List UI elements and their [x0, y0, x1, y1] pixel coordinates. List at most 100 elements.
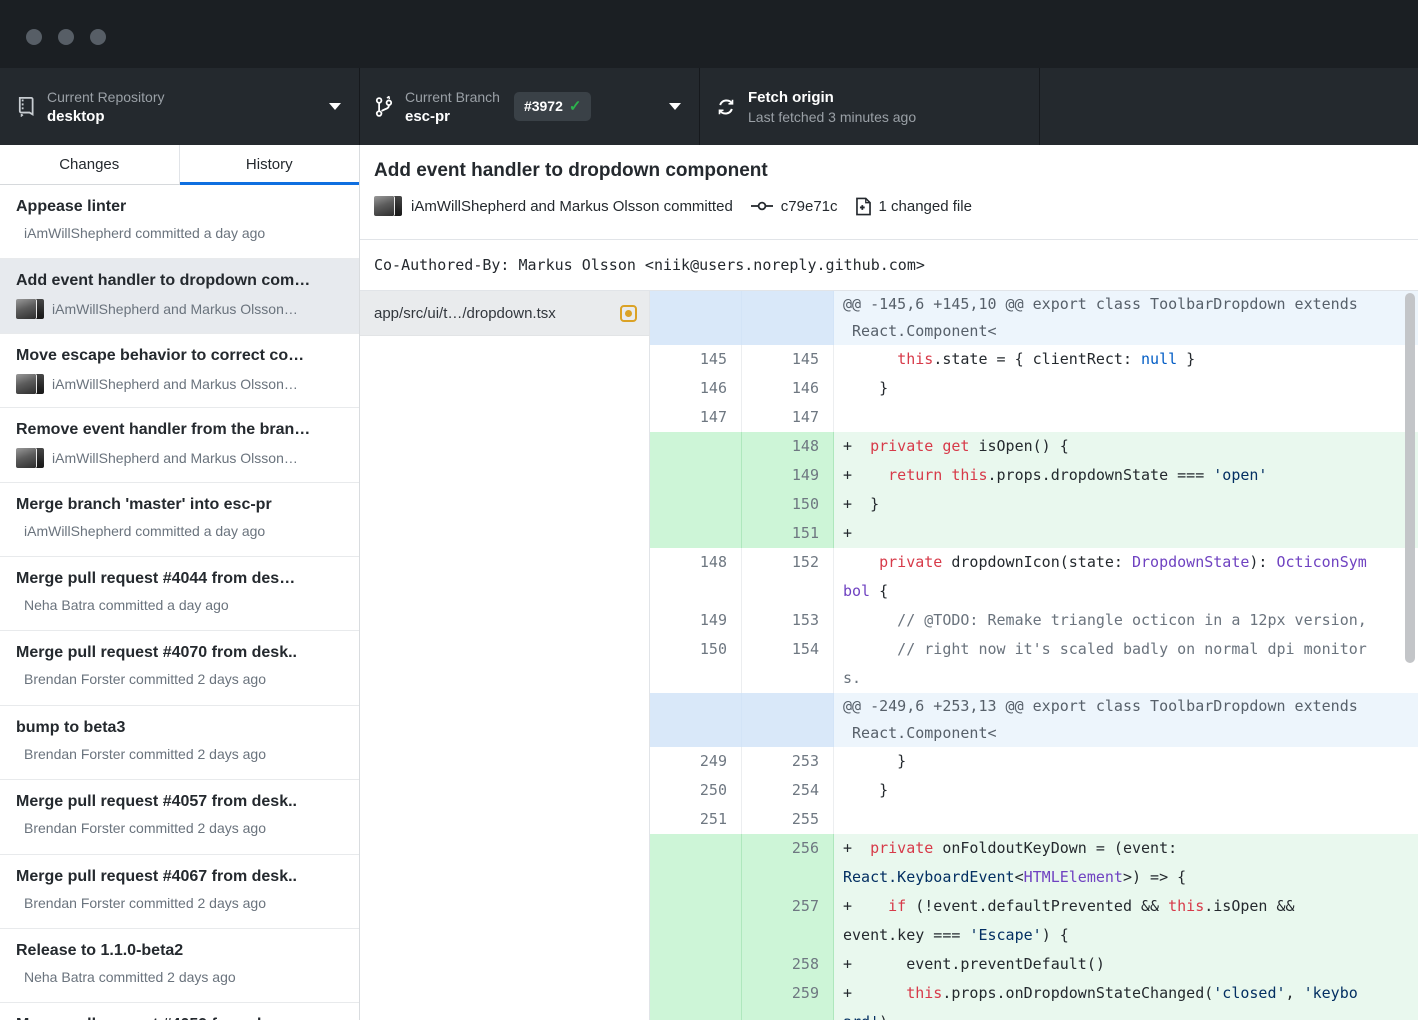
branch-picker-button[interactable]: Current Branch esc-pr #3972 ✓ — [360, 68, 700, 145]
new-line-number — [742, 863, 834, 892]
tab-history[interactable]: History — [180, 145, 360, 184]
diff-line: s. — [650, 664, 1418, 693]
new-line-number — [742, 1008, 834, 1020]
commit-list-item[interactable]: Remove event handler from the bran…iAmWi… — [0, 408, 359, 482]
avatar — [16, 374, 36, 394]
changed-files-label: 1 changed file — [879, 198, 972, 215]
diff-line: 258+ event.preventDefault() — [650, 950, 1418, 979]
diff-line: 147147 — [650, 403, 1418, 432]
diff-code-text — [834, 805, 1418, 834]
old-line-number — [650, 834, 742, 863]
file-list-item[interactable]: app/src/ui/t…/dropdown.tsx — [360, 291, 649, 336]
commit-sha: c79e71c — [781, 198, 838, 215]
diff-line: @@ -249,6 +253,13 @@ export class Toolba… — [650, 693, 1418, 720]
commit-list-item[interactable]: Move escape behavior to correct co… iAmWi… — [0, 334, 359, 408]
fetch-origin-button[interactable]: Fetch origin Last fetched 3 minutes ago — [700, 68, 1040, 145]
new-line-number: 147 — [742, 403, 834, 432]
new-line-number — [742, 318, 834, 345]
commit-list-meta: iAmWillShepherd committed a day ago — [16, 523, 345, 539]
tab-changes[interactable]: Changes — [0, 145, 180, 184]
modified-file-icon — [620, 305, 637, 322]
commit-list-item[interactable]: Merge pull request #4067 from desk..Bren… — [0, 855, 359, 929]
new-line-number: 149 — [742, 461, 834, 490]
repository-picker-button[interactable]: Current Repository desktop — [0, 68, 360, 145]
commit-list-item[interactable]: Merge pull request #4059 from d… — [0, 1003, 359, 1020]
new-line-number: 255 — [742, 805, 834, 834]
old-line-number: 149 — [650, 606, 742, 635]
commit-list-title: Merge pull request #4059 from d… — [16, 1014, 345, 1020]
new-line-number: 253 — [742, 747, 834, 776]
window-minimize-button[interactable] — [58, 29, 74, 45]
commit-list-title: Move escape behavior to correct co… — [16, 345, 345, 367]
diff-code-text: } — [834, 747, 1418, 776]
diff-line: 149+ return this.props.dropdownState ===… — [650, 461, 1418, 490]
diff-code-text: + if (!event.defaultPrevented && this.is… — [834, 892, 1418, 921]
commit-list-item[interactable]: bump to beta3Brendan Forster committed 2… — [0, 706, 359, 780]
commit-list-meta: iAmWillShepherd and Markus Olsson… — [16, 374, 345, 394]
commit-list-meta: iAmWillShepherd and Markus Olsson… — [16, 299, 345, 319]
app-window: Current Repository desktop Current Branc… — [0, 0, 1418, 1020]
old-line-number: 146 — [650, 374, 742, 403]
diff-line: 149153 // @TODO: Remake triangle octicon… — [650, 606, 1418, 635]
diff-code-text: // right now it's scaled badly on normal… — [834, 635, 1418, 664]
window-controls — [26, 29, 106, 45]
new-line-number: 153 — [742, 606, 834, 635]
git-branch-icon — [375, 96, 393, 118]
old-line-number — [650, 693, 742, 720]
old-line-number — [650, 979, 742, 1008]
commit-list-item[interactable]: Release to 1.1.0-beta2Neha Batra committ… — [0, 929, 359, 1003]
diff-line: 151+ — [650, 519, 1418, 548]
new-line-number — [742, 291, 834, 318]
diff-code-text: + event.preventDefault() — [834, 950, 1418, 979]
commit-meta: iAmWillShepherd and Markus Olsson commit… — [374, 196, 1418, 216]
file-list: app/src/ui/t…/dropdown.tsx — [360, 291, 650, 1020]
old-line-number — [650, 577, 742, 606]
new-line-number: 152 — [742, 548, 834, 577]
commit-list-item[interactable]: Add event handler to dropdown com…iAmWil… — [0, 259, 359, 333]
commit-list-meta: Brendan Forster committed 2 days ago — [16, 671, 345, 687]
old-line-number — [650, 519, 742, 548]
old-line-number: 249 — [650, 747, 742, 776]
commit-list-meta: Brendan Forster committed 2 days ago — [16, 746, 345, 762]
commit-list-item[interactable]: Merge pull request #4070 from desk..Bren… — [0, 631, 359, 705]
diff-code-text: + this.props.onDropdownStateChanged('clo… — [834, 979, 1418, 1008]
commit-list-item[interactable]: Merge branch 'master' into esc-priAmWill… — [0, 483, 359, 557]
new-line-number: 148 — [742, 432, 834, 461]
diff-line: 150154 // right now it's scaled badly on… — [650, 635, 1418, 664]
commit-list-meta-text: iAmWillShepherd and Markus Olsson… — [52, 301, 298, 317]
diff-code-text: + return this.props.dropdownState === 'o… — [834, 461, 1418, 490]
commit-list-meta: iAmWillShepherd committed a day ago — [16, 225, 345, 241]
old-line-number — [650, 892, 742, 921]
changed-file-icon — [855, 197, 872, 216]
new-line-number — [742, 693, 834, 720]
commit-list-item[interactable]: Appease linteriAmWillShepherd committed … — [0, 185, 359, 259]
commit-list-title: Release to 1.1.0-beta2 — [16, 940, 345, 962]
commit-list-meta-text: Brendan Forster committed 2 days ago — [24, 746, 266, 762]
diff-code-text: } — [834, 374, 1418, 403]
window-close-button[interactable] — [26, 29, 42, 45]
diff-line: React.KeyboardEvent<HTMLElement>) => { — [650, 863, 1418, 892]
repository-name: desktop — [47, 108, 165, 125]
commit-list-meta-text: iAmWillShepherd committed a day ago — [24, 225, 265, 241]
window-zoom-button[interactable] — [90, 29, 106, 45]
commit-list-item[interactable]: Merge pull request #4044 from des…Neha B… — [0, 557, 359, 631]
diff-line: 251255 — [650, 805, 1418, 834]
diff-code-text: event.key === 'Escape') { — [834, 921, 1418, 950]
commit-list-item[interactable]: Merge pull request #4057 from desk.. Bren… — [0, 780, 359, 854]
git-commit-icon — [750, 198, 774, 214]
commit-list-title: Merge pull request #4057 from desk.. — [16, 791, 345, 813]
old-line-number — [650, 461, 742, 490]
diff-line: 148152 private dropdownIcon(state: Dropd… — [650, 548, 1418, 577]
repository-label: Current Repository — [47, 89, 165, 105]
commit-list-meta: Brendan Forster committed 2 days ago — [16, 820, 345, 836]
diff-code-text: React.Component< — [834, 318, 1418, 345]
new-line-number: 145 — [742, 345, 834, 374]
diff-line: @@ -145,6 +145,10 @@ export class Toolba… — [650, 291, 1418, 318]
diff-area: app/src/ui/t…/dropdown.tsx @@ -145,6 +14… — [360, 291, 1418, 1020]
new-line-number: 259 — [742, 979, 834, 1008]
diff-code-text: s. — [834, 664, 1418, 693]
branch-label: Current Branch — [405, 89, 500, 105]
diff-scrollbar-thumb[interactable] — [1405, 293, 1415, 663]
new-line-number: 154 — [742, 635, 834, 664]
commit-list-meta-text: Brendan Forster committed 2 days ago — [24, 820, 266, 836]
